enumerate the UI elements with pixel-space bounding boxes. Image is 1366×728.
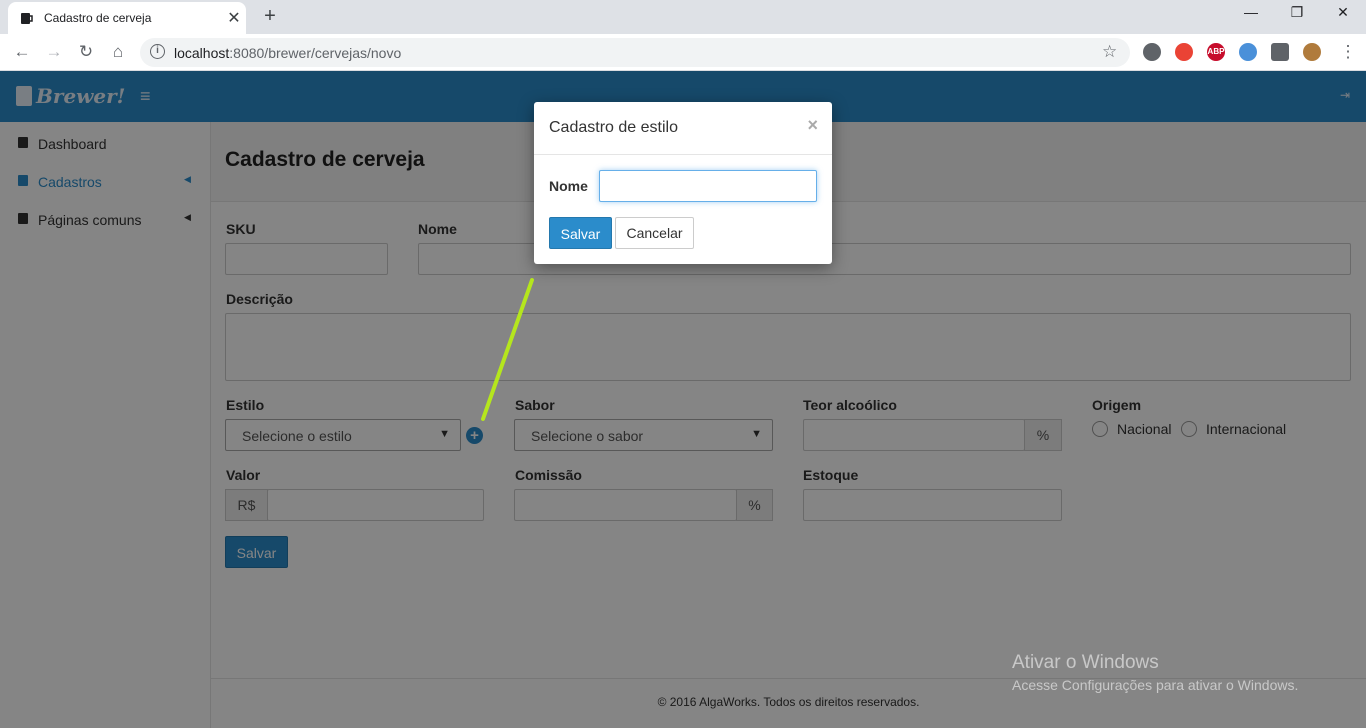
annotation-arrow [481,278,534,421]
new-tab-button[interactable]: + [260,5,280,28]
bookmark-star-icon[interactable]: ☆ [1102,42,1117,62]
modal-header: Cadastro de estilo × [534,102,832,155]
modal-nome-label: Nome [549,178,588,194]
close-icon[interactable]: × [807,115,818,136]
site-info-icon[interactable]: i [150,44,165,59]
cast-ext-icon[interactable] [1175,43,1193,61]
address-bar[interactable]: i localhost:8080/brewer/cervejas/novo ☆ [140,38,1130,67]
profile-avatar[interactable] [1303,43,1321,61]
windows-watermark-subtitle: Acesse Configurações para ativar o Windo… [1012,677,1299,693]
tab-close-icon[interactable]: ✕ [224,8,244,28]
forward-icon[interactable]: → [42,40,66,64]
screenshot-ext-icon[interactable] [1143,43,1161,61]
modal-cancel-button[interactable]: Cancelar [615,217,694,249]
browser-tab[interactable]: Cadastro de cerveja ✕ [8,2,246,34]
windows-watermark-title: Ativar o Windows [1012,652,1159,673]
mascot-ext-icon[interactable] [1239,43,1257,61]
close-window-button[interactable]: ✕ [1320,4,1366,21]
tab-title: Cadastro de cerveja [44,11,152,25]
puzzle-icon[interactable] [1271,43,1289,61]
adblock-icon[interactable]: ABP [1207,43,1225,61]
url-text: localhost:8080/brewer/cervejas/novo [174,45,401,61]
minimize-button[interactable]: — [1228,4,1274,20]
browser-tab-strip: Cadastro de cerveja ✕ + — ❐ ✕ [0,0,1366,34]
reload-icon[interactable]: ↻ [74,40,98,64]
browser-toolbar: ← → ↻ ⌂ i localhost:8080/brewer/cervejas… [0,34,1366,71]
maximize-button[interactable]: ❐ [1274,4,1320,21]
estilo-modal: Cadastro de estilo × Nome Salvar Cancela… [534,102,832,264]
home-icon[interactable]: ⌂ [106,40,130,64]
modal-nome-field[interactable] [599,170,817,202]
url-host: localhost [174,45,230,61]
modal-save-button[interactable]: Salvar [549,217,612,249]
url-path: :8080/brewer/cervejas/novo [229,45,402,61]
beer-mug-icon [21,13,33,24]
modal-title: Cadastro de estilo [549,119,678,136]
back-icon[interactable]: ← [10,40,34,64]
browser-menu-icon[interactable]: ⋮ [1336,40,1360,64]
